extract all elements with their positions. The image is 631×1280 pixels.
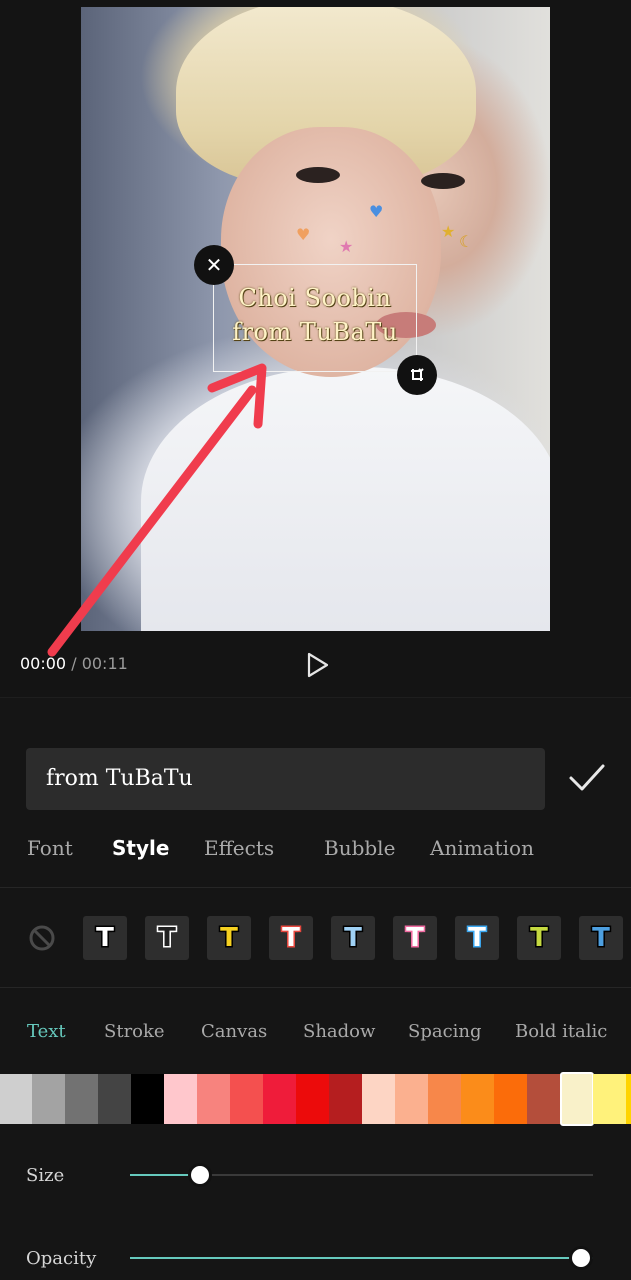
- red-arrow-annotation: [47, 363, 267, 657]
- style-preset-4[interactable]: T: [269, 916, 313, 960]
- opacity-slider[interactable]: [130, 1246, 593, 1270]
- tab-bubble[interactable]: Bubble: [324, 836, 395, 860]
- style-preset-3[interactable]: T: [207, 916, 251, 960]
- subtab-canvas[interactable]: Canvas: [201, 1021, 267, 1042]
- color-swatch[interactable]: [230, 1074, 264, 1124]
- size-slider-handle[interactable]: [188, 1163, 212, 1187]
- style-preset-1[interactable]: T: [83, 916, 127, 960]
- color-swatch[interactable]: [527, 1074, 561, 1124]
- subtab-text[interactable]: Text: [27, 1021, 66, 1042]
- color-swatch[interactable]: [428, 1074, 462, 1124]
- text-edit-panel: from TuBaTu Font Style Effects Bubble An…: [0, 697, 631, 1280]
- color-swatch[interactable]: [197, 1074, 231, 1124]
- play-button[interactable]: [303, 651, 331, 683]
- confirm-button[interactable]: [567, 760, 607, 800]
- color-swatch[interactable]: [461, 1074, 495, 1124]
- style-preset-7[interactable]: T: [455, 916, 499, 960]
- tab-style[interactable]: Style: [112, 836, 169, 860]
- style-preset-2[interactable]: T: [145, 916, 189, 960]
- text-input-field[interactable]: from TuBaTu: [26, 748, 545, 810]
- style-preset-8[interactable]: T: [517, 916, 561, 960]
- color-swatch[interactable]: [626, 1074, 631, 1124]
- checkmark-icon: [569, 764, 605, 791]
- color-swatch[interactable]: [296, 1074, 330, 1124]
- subtab-shadow[interactable]: Shadow: [303, 1021, 375, 1042]
- style-subtabs: Text Stroke Canvas Shadow Spacing Bold i…: [0, 1021, 631, 1051]
- style-preset-9[interactable]: T: [579, 916, 623, 960]
- color-swatch[interactable]: [395, 1074, 429, 1124]
- color-swatch[interactable]: [98, 1074, 132, 1124]
- size-slider[interactable]: [130, 1163, 593, 1187]
- text-tool-tabs: Font Style Effects Bubble Animation: [0, 836, 631, 872]
- color-palette: [0, 1072, 631, 1126]
- play-icon: [307, 652, 329, 678]
- tab-animation[interactable]: Animation: [430, 836, 534, 860]
- subtab-spacing[interactable]: Spacing: [408, 1021, 482, 1042]
- no-style-icon[interactable]: [26, 922, 58, 954]
- divider: [0, 887, 631, 888]
- tab-font[interactable]: Font: [27, 836, 73, 860]
- style-preset-6[interactable]: T: [393, 916, 437, 960]
- tab-effects[interactable]: Effects: [204, 836, 274, 860]
- color-swatch[interactable]: [65, 1074, 99, 1124]
- time-separator: /: [71, 654, 77, 673]
- color-swatch[interactable]: [263, 1074, 297, 1124]
- style-preset-5[interactable]: T: [331, 916, 375, 960]
- opacity-label: Opacity: [26, 1248, 97, 1269]
- opacity-slider-fill: [130, 1257, 593, 1259]
- subtab-stroke[interactable]: Stroke: [104, 1021, 165, 1042]
- divider: [0, 987, 631, 988]
- color-swatch[interactable]: [32, 1074, 66, 1124]
- style-preset-row: TTTTTTTTT: [0, 914, 631, 964]
- video-preview: ♥ ♥ ★ ★ ☾ Choi Soobin from TuBaTu ✕ 00:0…: [0, 0, 631, 697]
- opacity-slider-handle[interactable]: [569, 1246, 593, 1270]
- color-swatch[interactable]: [329, 1074, 363, 1124]
- subtab-bold-italic[interactable]: Bold italic: [515, 1021, 607, 1042]
- color-swatch[interactable]: [362, 1074, 396, 1124]
- color-swatch[interactable]: [164, 1074, 198, 1124]
- size-label: Size: [26, 1165, 65, 1186]
- color-swatch[interactable]: [494, 1074, 528, 1124]
- color-swatch[interactable]: [560, 1072, 594, 1126]
- color-swatch[interactable]: [0, 1074, 33, 1124]
- playback-time: 00:00 / 00:11: [20, 654, 128, 673]
- color-swatch[interactable]: [131, 1074, 165, 1124]
- color-swatch[interactable]: [593, 1074, 627, 1124]
- current-time: 00:00: [20, 654, 67, 673]
- total-duration: 00:11: [81, 654, 128, 673]
